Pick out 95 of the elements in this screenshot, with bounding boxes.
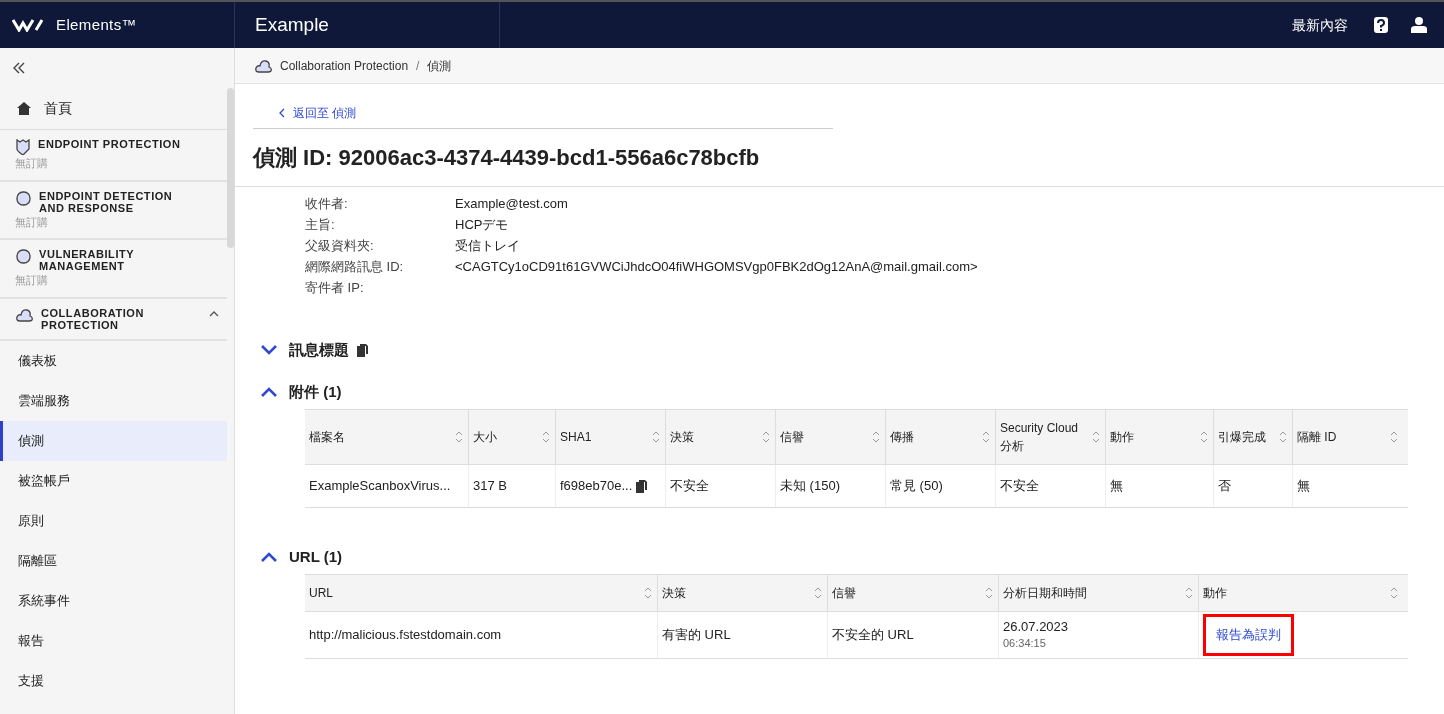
- table-cell-text: 否: [1218, 477, 1231, 496]
- product-icon: [16, 249, 31, 264]
- section-title: 訊息標題: [289, 339, 349, 360]
- sort-icon[interactable]: [651, 429, 661, 445]
- breadcrumb-separator: /: [416, 57, 420, 75]
- table-cell-text: 未知 (150): [780, 477, 840, 496]
- chevron-up-icon[interactable]: [209, 310, 219, 317]
- time-text: 06:34:15: [1003, 636, 1047, 651]
- sidebar-nav-item[interactable]: 儀表板: [0, 340, 227, 381]
- app-title: Example: [255, 12, 329, 37]
- sidebar-nav-item[interactable]: 支援: [0, 660, 227, 701]
- sort-icon[interactable]: [1389, 429, 1399, 445]
- collapse-chevron-icon[interactable]: [261, 552, 277, 562]
- table-cell-text: 常見 (50): [890, 477, 943, 496]
- user-icon[interactable]: [1410, 16, 1428, 34]
- breadcrumb-link[interactable]: 偵測: [427, 56, 452, 75]
- table-cell-text: 無: [1297, 477, 1310, 496]
- table-cell-text: ExampleScanboxVirus...: [309, 477, 451, 496]
- page-title: 偵測 ID: 92006ac3-4374-4439-bcd1-556a6c78bcfb: [253, 144, 761, 172]
- column-header[interactable]: 信譽: [780, 428, 804, 446]
- table-cell-text: 317 B: [473, 477, 507, 496]
- sort-icon[interactable]: [761, 429, 771, 445]
- sidebar-nav-item[interactable]: 隔離區: [0, 540, 227, 581]
- collapse-chevron-icon[interactable]: [261, 387, 277, 397]
- column-header[interactable]: 隔離 ID: [1297, 428, 1337, 446]
- sort-icon[interactable]: [871, 429, 881, 445]
- table-cell-text: 不安全: [670, 477, 709, 496]
- column-header[interactable]: 檔案名: [309, 428, 345, 446]
- section-title: 附件 (1): [289, 381, 342, 402]
- column-header[interactable]: SHA1: [560, 428, 592, 446]
- sort-icon[interactable]: [981, 429, 991, 445]
- field-value: Example@test.com: [455, 195, 569, 213]
- column-header[interactable]: 決策: [670, 428, 694, 446]
- collapse-icon[interactable]: [12, 62, 26, 74]
- table-cell-text: 有害的 URL: [662, 626, 731, 645]
- column-header[interactable]: URL: [309, 584, 333, 602]
- column-header[interactable]: Security Cloud 分析: [1000, 419, 1091, 455]
- sidebar-nav-item[interactable]: 被盜帳戶: [0, 460, 227, 501]
- field-label: 父級資料夾:: [305, 237, 375, 255]
- home-nav-item[interactable]: 首頁: [0, 88, 227, 130]
- help-icon[interactable]: [1372, 16, 1390, 34]
- table-cell-text: 不安全的 URL: [832, 626, 914, 645]
- field-label: 收件者:: [305, 195, 349, 213]
- back-link[interactable]: 返回至 偵測: [279, 104, 833, 122]
- sort-icon[interactable]: [984, 585, 994, 601]
- expand-chevron-icon[interactable]: [261, 345, 277, 355]
- sort-icon[interactable]: [813, 585, 823, 601]
- sort-icon[interactable]: [454, 429, 464, 445]
- column-header[interactable]: 信譽: [832, 584, 856, 602]
- product-nav-item[interactable]: COLLABORATION PROTECTION: [0, 298, 227, 341]
- sort-icon[interactable]: [1184, 585, 1194, 601]
- column-header[interactable]: 分析日期和時間: [1003, 584, 1087, 602]
- sidebar-nav-item[interactable]: 原則: [0, 500, 227, 541]
- product-nav-item[interactable]: VULNERABILITY MANAGEMENT 無訂購: [0, 240, 227, 299]
- copy-icon[interactable]: [357, 343, 368, 357]
- sort-icon[interactable]: [643, 585, 653, 601]
- copy-icon[interactable]: [636, 479, 648, 493]
- cloud-icon: [16, 307, 33, 322]
- field-value: 受信トレイ: [455, 237, 521, 255]
- table-cell: 26.07.2023: [1003, 619, 1069, 635]
- table-cell-text: http://malicious.fstestdomain.com: [309, 626, 502, 645]
- shield-icon: [16, 139, 30, 155]
- sort-icon[interactable]: [541, 429, 551, 445]
- table-cell-text: 不安全: [1000, 477, 1039, 496]
- cloud-icon: [255, 58, 272, 73]
- section-title: URL (1): [289, 546, 343, 567]
- breadcrumb-link[interactable]: Collaboration Protection: [280, 56, 409, 75]
- sort-icon[interactable]: [1091, 429, 1101, 445]
- sort-icon[interactable]: [1389, 585, 1399, 601]
- column-header[interactable]: 動作: [1110, 428, 1134, 446]
- column-header[interactable]: 引爆完成: [1218, 428, 1266, 446]
- sidebar-nav-item[interactable]: 雲端服務: [0, 380, 227, 421]
- sidebar-nav-item[interactable]: 系統事件: [0, 580, 227, 621]
- field-value: HCPデモ: [455, 216, 510, 234]
- scrollbar-thumb[interactable]: [227, 88, 234, 248]
- column-header[interactable]: 決策: [662, 584, 686, 602]
- whats-new-link[interactable]: 最新內容: [1292, 14, 1348, 36]
- product-icon: [16, 190, 31, 206]
- home-icon: [16, 101, 32, 116]
- brand-name: Elements™: [56, 14, 137, 35]
- column-header[interactable]: 大小: [473, 428, 497, 446]
- field-label: 寄件者 IP:: [305, 279, 365, 297]
- sidebar-nav-item[interactable]: 報告: [0, 620, 227, 661]
- field-label: 主旨:: [305, 216, 336, 234]
- field-label: 網際網路訊息 ID:: [305, 258, 405, 276]
- column-header[interactable]: 動作: [1203, 584, 1227, 602]
- sort-icon[interactable]: [1278, 429, 1288, 445]
- report-false-positive-link[interactable]: 報告為誤判: [1203, 614, 1294, 656]
- column-header[interactable]: 傳播: [890, 428, 914, 446]
- field-value: <CAGTCy1oCD91t61GVWCiJhdcO04fiWHGOMSVgp0FBK2dOg12AnA@mail.gmail.com>: [455, 258, 979, 276]
- table-cell-text: 無: [1110, 477, 1123, 496]
- table-cell-text: f698eb70e...: [560, 477, 633, 496]
- back-chevron-icon: [279, 108, 285, 118]
- sidebar-nav-item[interactable]: 偵測: [0, 420, 227, 461]
- sort-icon[interactable]: [1199, 429, 1209, 445]
